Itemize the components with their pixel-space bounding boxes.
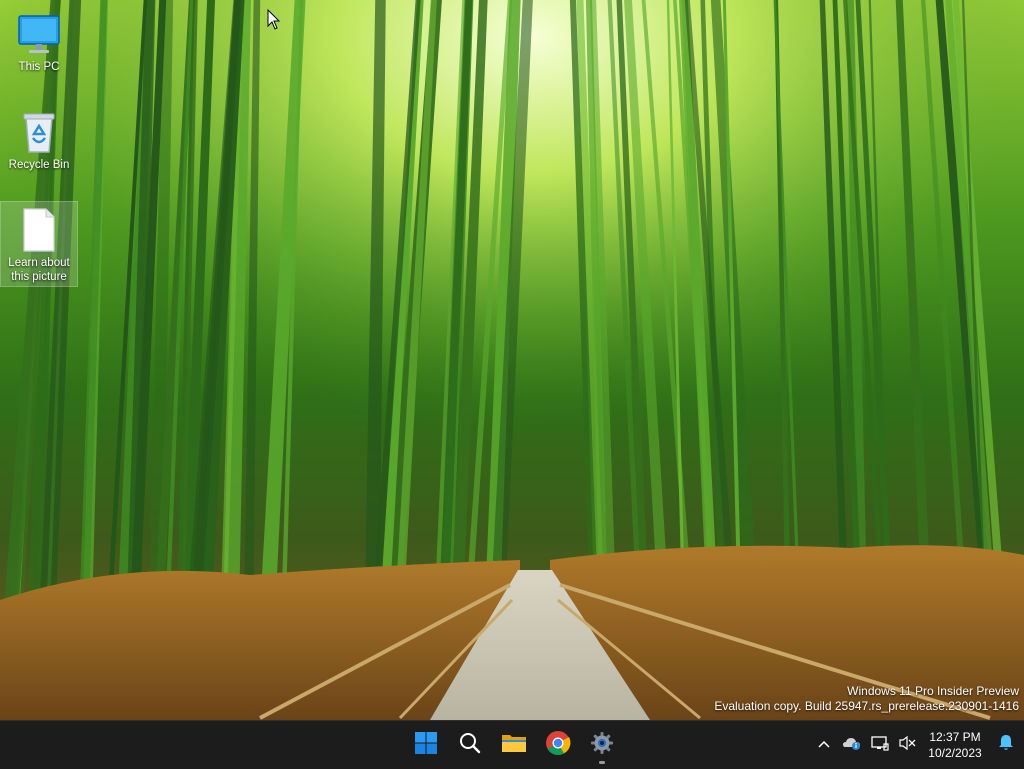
desktop-icon-this-pc[interactable]: This PC xyxy=(1,6,77,74)
start-button[interactable] xyxy=(406,725,446,765)
desktop-icon-recycle-bin[interactable]: Recycle Bin xyxy=(1,104,77,172)
onedrive-icon xyxy=(842,735,862,756)
desktop-icon-learn-about-picture[interactable]: Learn about this picture xyxy=(0,201,78,287)
network-icon xyxy=(871,735,889,756)
bell-icon xyxy=(998,734,1014,757)
gear-icon xyxy=(590,731,614,760)
search-button[interactable] xyxy=(450,725,490,765)
folder-icon xyxy=(501,731,527,760)
recycle-bin-icon xyxy=(15,108,63,156)
volume-muted-icon xyxy=(899,735,917,756)
chevron-up-icon xyxy=(817,736,831,754)
clock-button[interactable]: 12:37 PM 10/2/2023 xyxy=(922,729,988,761)
document-icon xyxy=(15,206,63,254)
clock-time: 12:37 PM xyxy=(929,730,981,744)
notifications-button[interactable] xyxy=(988,729,1024,761)
taskbar: 12:37 PM 10/2/2023 xyxy=(0,720,1024,769)
taskbar-apps xyxy=(404,721,624,769)
evaluation-watermark: Windows 11 Pro Insider Preview Evaluatio… xyxy=(714,684,1019,714)
wallpaper-bamboo-forest xyxy=(0,0,1024,720)
mouse-cursor-icon xyxy=(267,8,281,36)
chrome-icon xyxy=(545,730,571,761)
desktop-icon-label: Recycle Bin xyxy=(8,159,70,171)
watermark-edition: Windows 11 Pro Insider Preview xyxy=(847,684,1019,698)
watermark-build: Evaluation copy. Build 25947.rs_prerelea… xyxy=(714,699,1019,713)
chrome-button[interactable] xyxy=(538,725,578,765)
desktop-icon-label: This PC xyxy=(18,61,60,73)
windows-logo-icon xyxy=(414,731,438,760)
desktop-icon-label: Learn about this picture xyxy=(8,257,70,283)
search-icon xyxy=(458,731,482,760)
clock-date: 10/2/2023 xyxy=(928,746,982,760)
settings-button[interactable] xyxy=(582,725,622,765)
desktop[interactable]: This PC Recycle Bin Learn about this pic… xyxy=(0,0,1024,720)
file-explorer-button[interactable] xyxy=(494,725,534,765)
monitor-icon xyxy=(15,10,63,58)
running-indicator xyxy=(599,761,605,764)
system-tray: 12:37 PM 10/2/2023 xyxy=(810,721,1024,769)
volume-button[interactable] xyxy=(894,729,922,761)
onedrive-status-button[interactable] xyxy=(838,729,866,761)
network-button[interactable] xyxy=(866,729,894,761)
show-hidden-icons-button[interactable] xyxy=(810,729,838,761)
